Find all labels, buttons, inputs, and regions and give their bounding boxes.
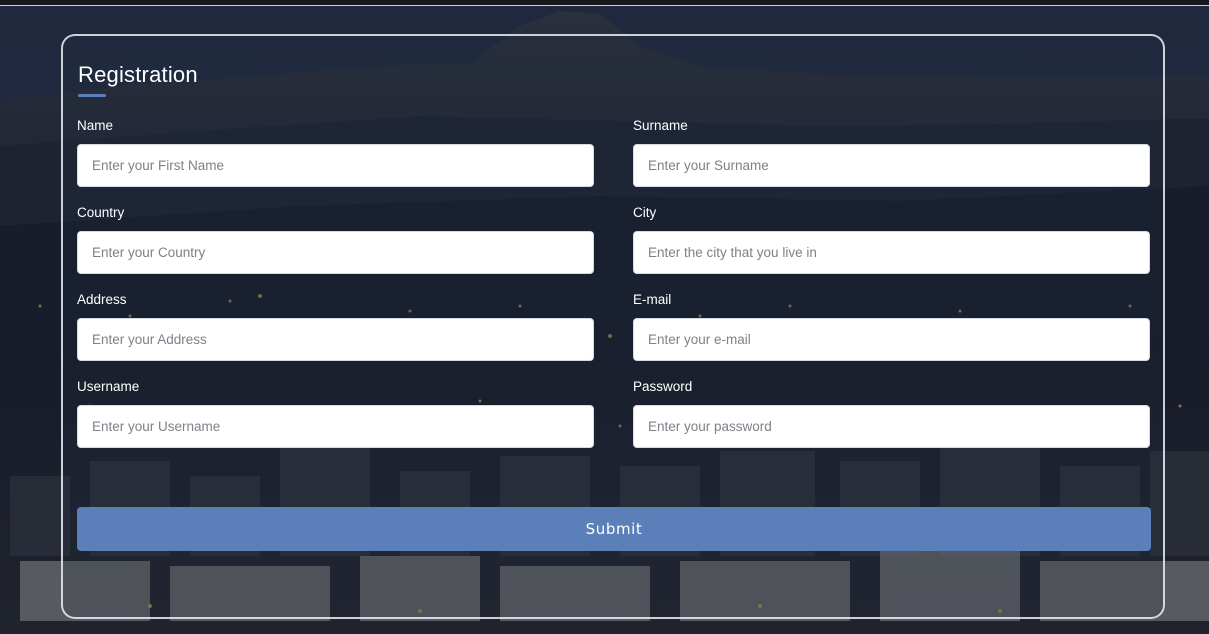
country-label: Country (77, 205, 125, 220)
username-input[interactable] (77, 405, 594, 448)
address-input[interactable] (77, 318, 594, 361)
surname-label: Surname (633, 118, 688, 133)
email-label: E-mail (633, 292, 672, 307)
name-input[interactable] (77, 144, 594, 187)
address-label: Address (77, 292, 127, 307)
name-label: Name (77, 118, 114, 133)
submit-button[interactable]: Submit (77, 507, 1151, 551)
country-input[interactable] (77, 231, 594, 274)
city-input[interactable] (633, 231, 1150, 274)
password-input[interactable] (633, 405, 1150, 448)
city-label: City (633, 205, 657, 220)
form-title: Registration (78, 62, 198, 87)
title-underline (78, 94, 106, 97)
password-label: Password (633, 379, 693, 394)
email-input[interactable] (633, 318, 1150, 361)
surname-input[interactable] (633, 144, 1150, 187)
username-label: Username (77, 379, 140, 394)
